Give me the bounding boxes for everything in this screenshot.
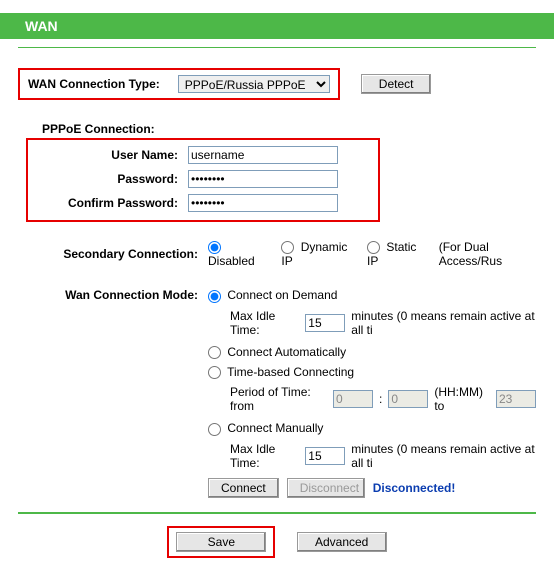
label-max-idle-1: Max Idle Time: (230, 309, 299, 337)
password-input[interactable] (188, 170, 338, 188)
detect-button[interactable]: Detect (361, 74, 431, 94)
confirm-password-input[interactable] (188, 194, 338, 212)
label-username: User Name: (38, 148, 188, 162)
label-confirm-password: Confirm Password: (38, 196, 188, 210)
radio-time-based[interactable]: Time-based Connecting (208, 365, 354, 379)
save-button[interactable]: Save (176, 532, 266, 552)
max-idle-input-2[interactable] (305, 447, 345, 465)
connection-status: Disconnected! (373, 481, 456, 495)
highlight-connection-type: WAN Connection Type: PPPoE/Russia PPPoE (18, 68, 340, 100)
period-from-h (333, 390, 373, 408)
period-fmt: (HH:MM) to (434, 385, 490, 413)
radio-auto[interactable]: Connect Automatically (208, 345, 346, 359)
page-header: WAN (0, 13, 554, 39)
label-connection-type: WAN Connection Type: (28, 77, 160, 91)
radio-on-demand[interactable]: Connect on Demand (208, 288, 337, 302)
label-period: Period of Time: from (230, 385, 327, 413)
radio-disabled[interactable]: Disabled (208, 240, 263, 268)
suffix-max-idle-2: minutes (0 means remain active at all ti (351, 442, 536, 470)
period-from-m (388, 390, 428, 408)
select-connection-type[interactable]: PPPoE/Russia PPPoE (178, 75, 330, 93)
advanced-button[interactable]: Advanced (297, 532, 387, 552)
label-max-idle-2: Max Idle Time: (230, 442, 299, 470)
highlight-credentials: User Name: Password: Confirm Password: (26, 138, 380, 222)
period-to-h (496, 390, 536, 408)
highlight-save: Save (167, 526, 275, 558)
pppoe-section-title: PPPoE Connection: (42, 122, 536, 136)
radio-dynamic[interactable]: Dynamic IP (281, 240, 349, 268)
suffix-max-idle-1: minutes (0 means remain active at all ti (351, 309, 536, 337)
secondary-note: (For Dual Access/Rus (439, 240, 536, 268)
radio-manual[interactable]: Connect Manually (208, 421, 323, 435)
label-connection-mode: Wan Connection Mode: (18, 288, 208, 302)
period-sep: : (379, 392, 382, 406)
page-title: WAN (25, 18, 58, 34)
connect-button[interactable]: Connect (208, 478, 279, 498)
username-input[interactable] (188, 146, 338, 164)
divider-bottom (18, 512, 536, 514)
disconnect-button: Disconnect (287, 478, 365, 498)
label-secondary-connection: Secondary Connection: (18, 247, 208, 261)
label-password: Password: (38, 172, 188, 186)
radio-static[interactable]: Static IP (367, 240, 421, 268)
max-idle-input-1[interactable] (305, 314, 345, 332)
